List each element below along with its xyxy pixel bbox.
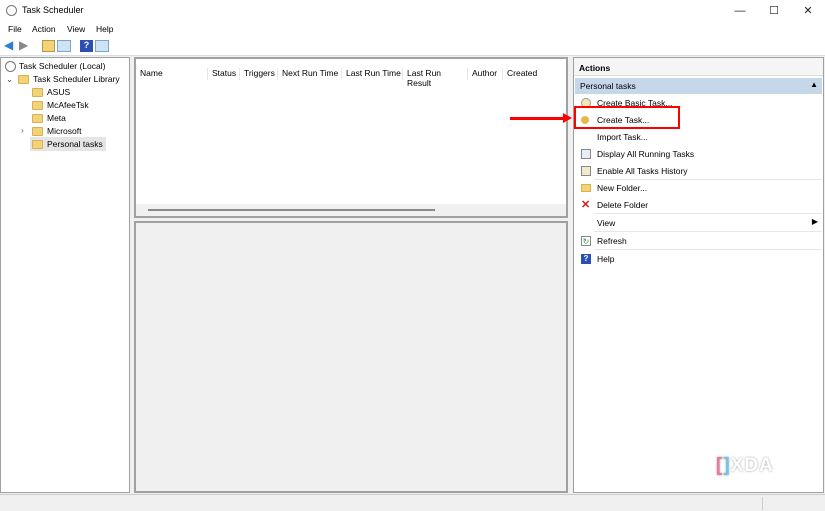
arrow-head-icon <box>563 113 572 123</box>
column-status[interactable]: Status <box>208 68 240 80</box>
window-title: Task Scheduler <box>22 5 84 15</box>
task-details-pane <box>134 221 568 493</box>
tree-library-label: Task Scheduler Library <box>33 74 120 84</box>
folder-label: ASUS <box>47 87 71 97</box>
clock-icon <box>6 5 17 16</box>
tree-folder-personal-tasks[interactable]: Personal tasks <box>30 137 106 151</box>
chevron-down-icon[interactable]: ⌄ <box>6 74 13 84</box>
tree-root-label: Task Scheduler (Local) <box>19 61 106 71</box>
tree-folder-mcafeetsk[interactable]: McAfeeTsk <box>32 100 89 113</box>
actions-header: Actions <box>574 58 823 76</box>
scrollbar-thumb[interactable] <box>148 209 435 211</box>
menu-file[interactable]: File <box>8 24 22 34</box>
tree-folder-asus[interactable]: ASUS <box>32 87 70 100</box>
section-personal-tasks[interactable]: Personal tasks ▲ <box>575 78 822 94</box>
action-display-running-tasks[interactable]: Display All Running Tasks <box>575 145 822 162</box>
column-next-run-time[interactable]: Next Run Time <box>278 68 342 80</box>
folder-icon <box>32 127 43 137</box>
action-label: Import Task... <box>597 132 648 142</box>
submenu-arrow-icon: ▶ <box>811 217 818 226</box>
back-icon[interactable]: ◀ <box>4 38 17 52</box>
action-import-task[interactable]: Import Task... <box>575 128 822 145</box>
tree-library[interactable]: ⌄ Task Scheduler Library <box>6 74 120 87</box>
horizontal-scrollbar[interactable] <box>136 204 566 216</box>
action-label: Delete Folder <box>597 200 649 210</box>
library-folder-icon <box>18 75 30 85</box>
refresh-icon: ↻ <box>581 236 591 246</box>
action-enable-history[interactable]: Enable All Tasks History <box>575 162 822 179</box>
action-delete-folder[interactable]: ✕ Delete Folder <box>575 196 822 213</box>
action-label: Refresh <box>597 236 627 246</box>
menu-view[interactable]: View <box>67 24 85 34</box>
column-name[interactable]: Name <box>136 68 208 80</box>
menu-help[interactable]: Help <box>96 24 113 34</box>
tree-root[interactable]: Task Scheduler (Local) <box>5 61 105 74</box>
folder-icon <box>32 140 43 150</box>
column-created[interactable]: Created <box>503 68 548 80</box>
folder-label: Personal tasks <box>47 139 103 149</box>
show-hide-action-pane-icon[interactable] <box>95 40 109 52</box>
help-icon: ? <box>581 254 591 264</box>
chevron-right-icon[interactable]: › <box>21 125 24 135</box>
menu-bar: File Action View Help <box>0 22 825 37</box>
show-hide-tree-icon[interactable] <box>57 40 71 52</box>
column-triggers[interactable]: Triggers <box>240 68 278 80</box>
new-folder-icon <box>581 184 591 192</box>
forward-icon[interactable]: ▶ <box>19 38 32 52</box>
delete-icon: ✕ <box>581 199 591 211</box>
maximize-button[interactable]: ☐ <box>757 0 791 22</box>
action-label: Enable All Tasks History <box>597 166 688 176</box>
folder-label: Meta <box>47 113 66 123</box>
tree-folder-meta[interactable]: Meta <box>32 113 66 126</box>
highlight-box <box>574 106 680 129</box>
collapse-icon[interactable]: ▲ <box>810 80 818 89</box>
action-label: Display All Running Tasks <box>597 149 695 159</box>
menu-action[interactable]: Action <box>32 24 56 34</box>
action-refresh[interactable]: ↻ Refresh <box>575 232 822 249</box>
close-button[interactable]: ✕ <box>791 0 825 22</box>
title-bar: Task Scheduler — ☐ ✕ <box>0 0 825 22</box>
minimize-button[interactable]: — <box>723 0 757 22</box>
task-list: Name Status Triggers Next Run Time Last … <box>134 57 568 218</box>
section-label: Personal tasks <box>580 81 636 91</box>
navigation-tree: Task Scheduler (Local) ⌄ Task Scheduler L… <box>0 57 130 493</box>
arrow-shaft <box>510 117 564 120</box>
action-view[interactable]: View ▶ <box>575 214 822 231</box>
column-last-run-result[interactable]: Last Run Result <box>403 68 468 88</box>
action-new-folder[interactable]: New Folder... <box>575 179 822 196</box>
history-icon <box>581 166 591 176</box>
status-bar <box>0 494 825 511</box>
folder-label: Microsoft <box>47 126 82 136</box>
column-author[interactable]: Author <box>468 68 503 80</box>
action-help[interactable]: ? Help <box>575 250 822 267</box>
action-label: View <box>597 218 616 228</box>
xda-watermark: []XDA <box>716 455 774 476</box>
folder-icon <box>32 88 43 98</box>
folder-icon <box>32 101 43 111</box>
action-label: New Folder... <box>597 183 648 193</box>
help-icon[interactable]: ? <box>80 40 93 52</box>
folder-icon <box>32 114 43 124</box>
running-tasks-icon <box>581 149 591 159</box>
column-last-run-time[interactable]: Last Run Time <box>342 68 403 80</box>
toolbar: ◀ ▶ ? <box>0 37 825 56</box>
folder-label: McAfeeTsk <box>47 100 89 110</box>
action-label: Help <box>597 254 615 264</box>
up-folder-icon[interactable] <box>42 40 55 52</box>
